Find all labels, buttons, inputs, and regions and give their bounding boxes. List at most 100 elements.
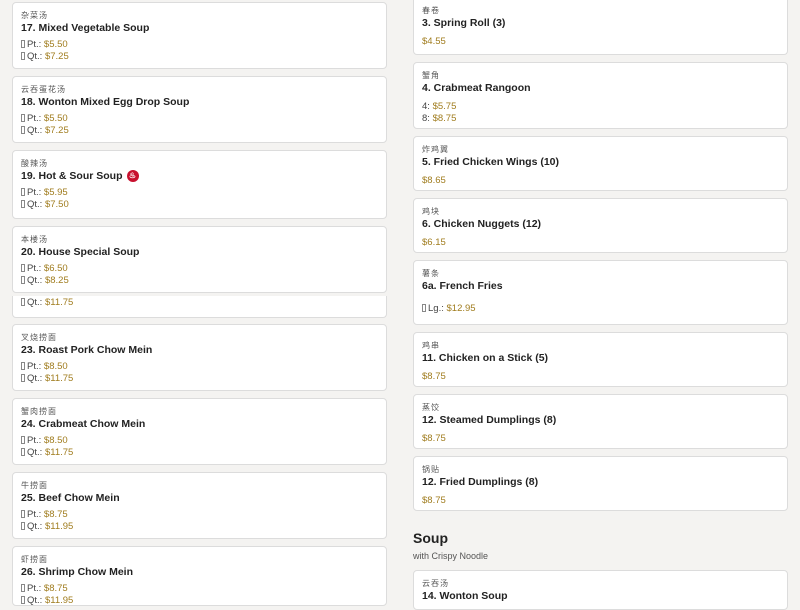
menu-item-card[interactable]: 本楼汤 20. House Special Soup Pt.: $6.50 Qt… xyxy=(12,226,387,293)
menu-item-card[interactable]: 牛捞面 25. Beef Chow Mein Pt.: $8.75 Qt.: $… xyxy=(12,472,387,539)
price-label: Pt. xyxy=(27,187,39,198)
price-value: $11.95 xyxy=(44,595,74,606)
item-name: 12. Fried Dumplings (8) xyxy=(422,476,539,488)
price-icon xyxy=(21,52,25,60)
item-name: 4. Crabmeat Rangoon xyxy=(422,82,531,94)
price-value: $5.95 xyxy=(43,187,68,198)
price-value: $7.25 xyxy=(44,51,69,62)
price-value: $8.75 xyxy=(43,583,68,594)
price-row: Pt.: $8.75 xyxy=(21,583,378,595)
price-icon xyxy=(21,126,25,134)
price-row: Qt.: $11.95 xyxy=(21,521,378,533)
menu-item-card[interactable]: 云吞汤 14. Wonton Soup xyxy=(413,570,788,610)
price-value: $8.50 xyxy=(43,435,68,446)
item-chinese-name: 鸡串 xyxy=(422,341,440,350)
item-chinese-name: 炸鸡翼 xyxy=(422,145,449,154)
item-name: 17. Mixed Vegetable Soup xyxy=(21,22,150,34)
item-name: 12. Steamed Dumplings (8) xyxy=(422,414,557,426)
price-value: $11.75 xyxy=(44,297,74,308)
price-label: Qt. xyxy=(27,51,40,62)
item-chinese-name: 牛捞面 xyxy=(21,481,48,490)
menu-item-card[interactable]: 薯条 6a. French Fries Lg.: $12.95 xyxy=(413,260,788,325)
price-label: Qt. xyxy=(27,297,40,308)
item-chinese-name: 杂菜汤 xyxy=(21,11,48,20)
price-label: 8 xyxy=(422,113,428,124)
price-label: Qt. xyxy=(27,199,40,210)
menu-item-card[interactable]: 杂菜汤 17. Mixed Vegetable Soup Pt.: $5.50 … xyxy=(12,2,387,69)
price-row: Qt.: $7.25 xyxy=(21,51,378,63)
price-label: Pt. xyxy=(27,263,39,274)
item-name: 3. Spring Roll (3) xyxy=(422,17,506,29)
item-chinese-name: 云吞蛋花汤 xyxy=(21,85,66,94)
item-chinese-name: 虾捞面 xyxy=(21,555,48,564)
menu-item-card[interactable]: 蒸饺 12. Steamed Dumplings (8) $8.75 xyxy=(413,394,788,449)
price-label: Qt. xyxy=(27,275,40,286)
menu-item-card[interactable]: 虾捞面 26. Shrimp Chow Mein Pt.: $8.75 Qt.:… xyxy=(12,546,387,606)
item-chinese-name: 叉烧捞面 xyxy=(21,333,57,342)
price-row: Qt.: $11.75 xyxy=(21,297,378,309)
menu-item-card[interactable]: 蟹肉捞面 24. Crabmeat Chow Mein Pt.: $8.50 Q… xyxy=(12,398,387,465)
price-icon xyxy=(21,448,25,456)
price-icon xyxy=(21,596,25,604)
price-label: Qt. xyxy=(27,125,40,136)
price-row: Lg.: $12.95 xyxy=(422,303,779,315)
item-name: 26. Shrimp Chow Mein xyxy=(21,566,134,578)
price-value: $7.50 xyxy=(44,199,69,210)
price-row: Pt.: $6.50 xyxy=(21,263,378,275)
item-name: 23. Roast Pork Chow Mein xyxy=(21,344,153,356)
menu-item-card[interactable]: 鸡块 6. Chicken Nuggets (12) $6.15 xyxy=(413,198,788,253)
item-name: 5. Fried Chicken Wings (10) xyxy=(422,156,560,168)
menu-item-card[interactable]: 鸡串 11. Chicken on a Stick (5) $8.75 xyxy=(413,332,788,387)
menu-item-card[interactable]: 春卷 3. Spring Roll (3) $4.55 xyxy=(413,0,788,55)
price-value: $8.25 xyxy=(44,275,69,286)
price-icon xyxy=(21,200,25,208)
price-value: $5.50 xyxy=(43,39,68,50)
price-value: $8.65 xyxy=(422,175,446,186)
price-icon xyxy=(21,114,25,122)
price-icon xyxy=(21,510,25,518)
price-row: Pt.: $8.50 xyxy=(21,435,378,447)
item-name: 6a. French Fries xyxy=(422,280,503,292)
price-row: Qt.: $7.50 xyxy=(21,199,378,211)
price-row: Qt.: $7.25 xyxy=(21,125,378,137)
price-icon xyxy=(422,304,426,312)
menu-item-card[interactable]: 锅贴 12. Fried Dumplings (8) $8.75 xyxy=(413,456,788,511)
item-name: 19. Hot & Sour Soup ♨ xyxy=(21,169,378,183)
price-row: 8: $8.75 xyxy=(422,113,457,124)
price-label: Qt. xyxy=(27,521,40,532)
price-value: $6.15 xyxy=(422,237,446,248)
menu-item-card-partial[interactable]: Qt.: $11.75 xyxy=(12,296,387,318)
item-name-text: 19. Hot & Sour Soup xyxy=(21,170,123,182)
item-chinese-name: 薯条 xyxy=(422,269,440,278)
price-label: Qt. xyxy=(27,373,40,384)
item-name: 11. Chicken on a Stick (5) xyxy=(422,352,549,364)
item-chinese-name: 鸡块 xyxy=(422,207,440,216)
price-row: 4: $5.75 xyxy=(422,101,457,112)
menu-item-card[interactable]: 蟹角 4. Crabmeat Rangoon 4: $5.75 8: $8.75 xyxy=(413,62,788,129)
item-chinese-name: 酸辣汤 xyxy=(21,159,48,168)
item-chinese-name: 蟹角 xyxy=(422,71,440,80)
price-value: $8.75 xyxy=(422,433,446,444)
price-icon xyxy=(21,298,25,306)
item-name: 18. Wonton Mixed Egg Drop Soup xyxy=(21,96,190,108)
price-icon xyxy=(21,436,25,444)
price-label: Qt. xyxy=(27,595,40,606)
item-chinese-name: 本楼汤 xyxy=(21,235,48,244)
price-label: Qt. xyxy=(27,447,40,458)
menu-item-card[interactable]: 叉烧捞面 23. Roast Pork Chow Mein Pt.: $8.50… xyxy=(12,324,387,391)
item-chinese-name: 云吞汤 xyxy=(422,579,449,588)
menu-item-card[interactable]: 酸辣汤 19. Hot & Sour Soup ♨ Pt.: $5.95 Qt.:… xyxy=(12,150,387,219)
price-label: Pt. xyxy=(27,509,39,520)
price-value: $8.50 xyxy=(43,361,68,372)
price-row: Pt.: $5.95 xyxy=(21,187,378,199)
price-row: Pt.: $8.50 xyxy=(21,361,378,373)
price-value: $6.50 xyxy=(43,263,68,274)
price-value: $4.55 xyxy=(422,36,446,47)
item-name: 24. Crabmeat Chow Mein xyxy=(21,418,146,430)
menu-item-card[interactable]: 炸鸡翼 5. Fried Chicken Wings (10) $8.65 xyxy=(413,136,788,191)
price-icon xyxy=(21,40,25,48)
menu-item-card[interactable]: 云吞蛋花汤 18. Wonton Mixed Egg Drop Soup Pt.… xyxy=(12,76,387,143)
price-row: Pt.: $5.50 xyxy=(21,39,378,51)
price-icon xyxy=(21,188,25,196)
price-value: $11.75 xyxy=(44,373,74,384)
